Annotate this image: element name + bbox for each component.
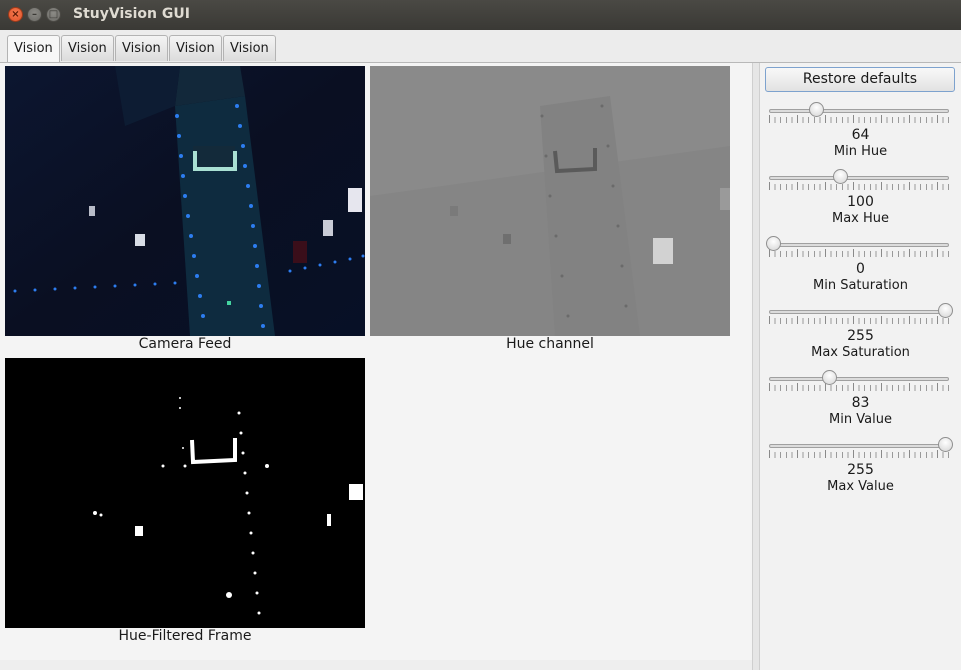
restore-defaults-button[interactable]: Restore defaults [765,67,955,92]
hue-channel-caption: Hue channel [506,336,594,352]
min-value-slider[interactable] [769,370,949,396]
close-window-icon[interactable]: × [8,7,23,22]
tab-vision-5[interactable]: Vision [223,35,276,61]
slider-thumb[interactable] [766,236,781,251]
max-saturation-label: Max Saturation [811,345,910,360]
min-value-value: 83 [851,395,870,411]
max-value-value: 255 [847,462,874,478]
image-area: Camera Feed Hue channel Hue-Filtered Fra… [0,63,752,670]
title-bar: × – □ StuyVision GUI [0,0,961,31]
max-saturation-value: 255 [847,328,874,344]
max-hue-slider[interactable] [769,169,949,195]
min-hue-value: 64 [851,127,870,143]
min-saturation-value: 0 [856,261,865,277]
slider-thumb[interactable] [821,370,837,385]
min-saturation-slider[interactable] [766,236,949,262]
hue-channel-image [370,66,730,336]
min-saturation-label: Min Saturation [813,278,908,293]
tab-vision-4[interactable]: Vision [169,35,222,61]
min-hue-label: Min Hue [833,144,888,159]
camera-feed-caption: Camera Feed [138,336,232,352]
maximize-window-icon[interactable]: □ [46,7,61,22]
tab-vision-3[interactable]: Vision [115,35,168,61]
split-pane-divider[interactable] [752,63,760,670]
tab-vision-1[interactable]: Vision [7,35,60,62]
camera-feed-image [5,66,365,336]
slider-thumb[interactable] [938,437,953,452]
hue-filtered-image [5,358,365,628]
min-hue-slider[interactable] [769,102,949,128]
window-title: StuyVision GUI [73,6,190,22]
tab-bar: Vision Vision Vision Vision Vision [0,30,961,63]
max-hue-value: 100 [847,194,874,210]
max-hue-label: Max Hue [831,211,890,226]
max-value-slider[interactable] [769,437,953,463]
min-value-label: Min Value [829,412,892,427]
minimize-window-icon[interactable]: – [27,7,42,22]
threshold-control-panel: Restore defaults 64 Min Hue 100 Max Hue … [760,63,961,670]
status-strip [0,660,752,670]
slider-thumb[interactable] [938,303,953,318]
tab-vision-2[interactable]: Vision [61,35,114,61]
max-saturation-slider[interactable] [769,303,953,329]
hue-filtered-caption: Hue-Filtered Frame [118,628,252,644]
max-value-label: Max Value [827,479,894,494]
